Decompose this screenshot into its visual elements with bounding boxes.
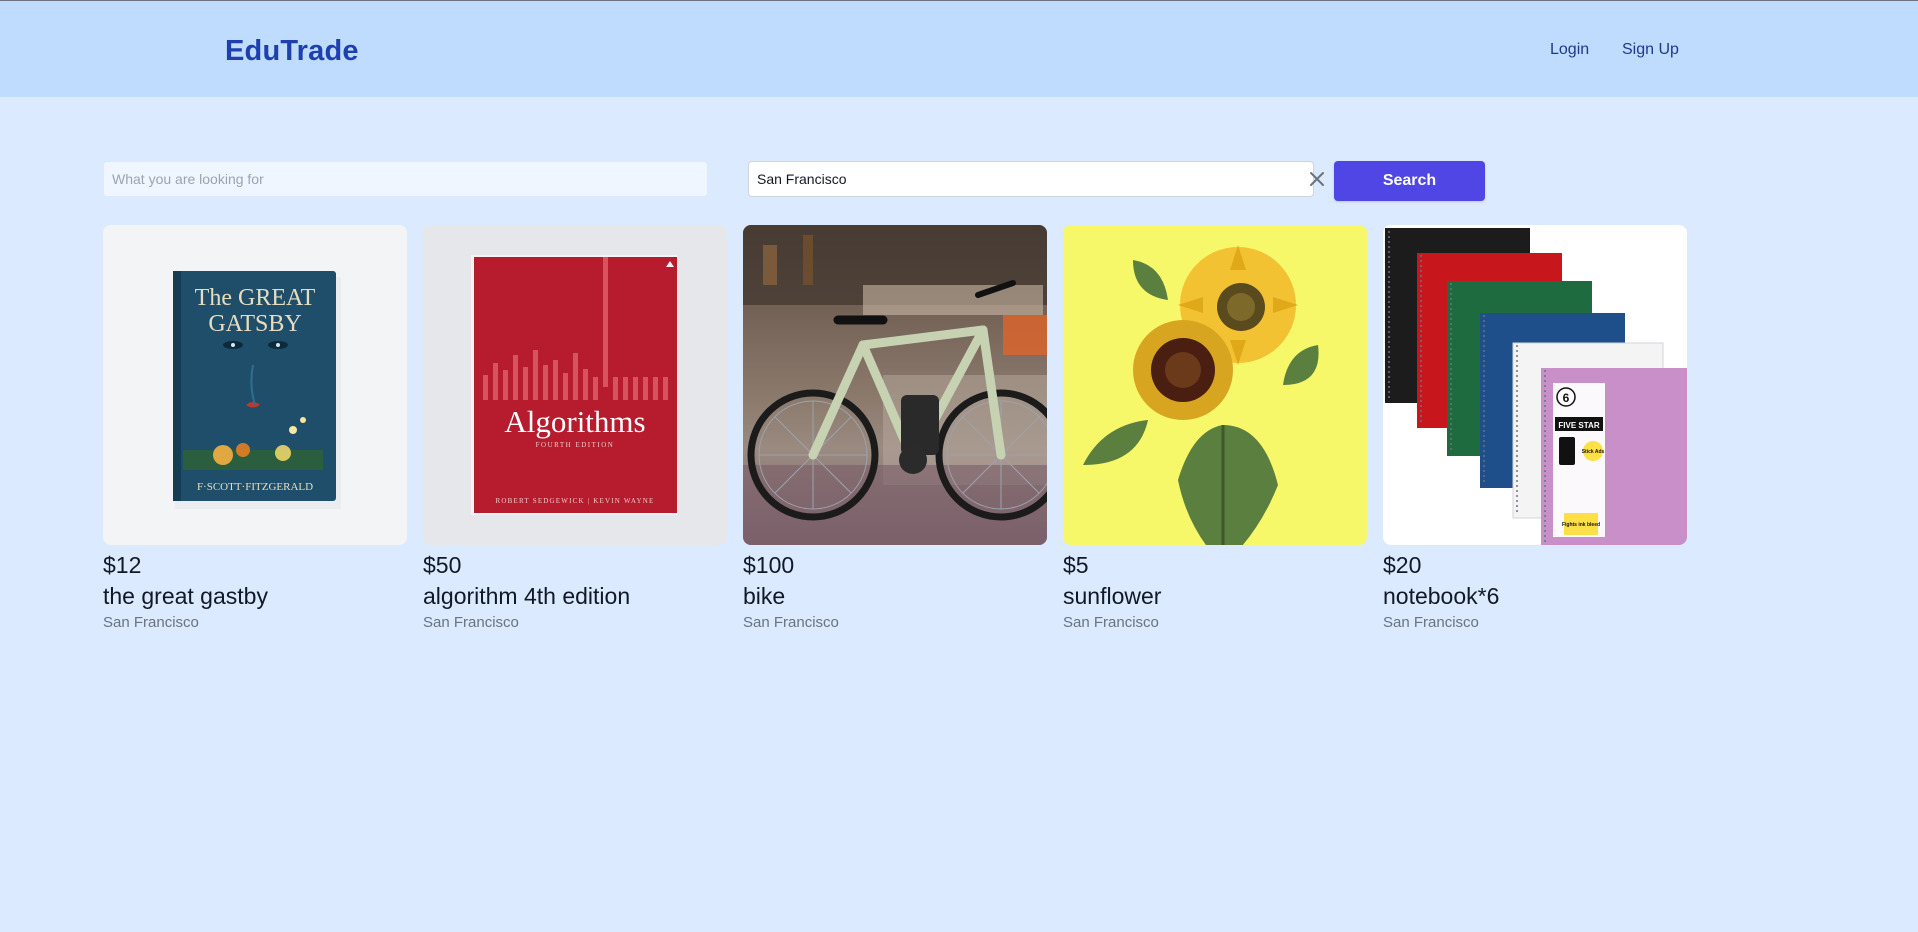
cover-title-1: The GREAT: [195, 285, 316, 311]
location-input[interactable]: [748, 161, 1314, 197]
listing-card[interactable]: $5 sunflower San Francisco: [1063, 225, 1367, 633]
app-logo[interactable]: EduTrade: [225, 35, 359, 68]
cover-authors: ROBERT SEDGEWICK | KEVIN WAYNE: [496, 497, 655, 505]
listing-price: $5: [1063, 552, 1089, 578]
cover-title: Algorithms: [504, 404, 645, 439]
cover-title-2: GATSBY: [208, 311, 301, 337]
listing-location: San Francisco: [743, 614, 839, 631]
listing-price: $100: [743, 552, 795, 578]
listing-title[interactable]: the great gastby: [103, 580, 407, 612]
listing-card[interactable]: $100 bike San Francisco: [743, 225, 1047, 633]
listing-location: San Francisco: [423, 614, 519, 631]
listing-location: San Francisco: [1063, 614, 1159, 631]
listing-price: $20: [1383, 552, 1422, 578]
notebook-brand-text: FIVE STAR: [1558, 421, 1599, 430]
listing-image-sunflower: [1063, 225, 1367, 545]
listing-image-notebooks: 6 FIVE STAR Stick Ads Fights ink bleed: [1383, 225, 1687, 545]
cover-edition: FOURTH EDITION: [536, 441, 615, 449]
cover-author: F·SCOTT·FITZGERALD: [197, 481, 313, 493]
top-header: EduTrade Login Sign Up: [0, 1, 1918, 97]
listing-card[interactable]: Algorithms FOURTH EDITION ROBERT SEDGEWI…: [423, 225, 727, 633]
notebook-callout-text: Fights ink bleed: [1562, 522, 1600, 528]
clear-location-button[interactable]: [1306, 165, 1328, 193]
listing-card[interactable]: The GREAT GATSBY F·SCOTT·FITZGERALD $12 …: [103, 225, 407, 633]
listing-location: San Francisco: [1383, 614, 1479, 631]
search-button[interactable]: Search: [1334, 161, 1485, 201]
listing-title[interactable]: notebook*6: [1383, 580, 1687, 612]
notebook-badge-text: 6: [1563, 391, 1570, 405]
listing-location: San Francisco: [103, 614, 199, 631]
listing-title[interactable]: bike: [743, 580, 1047, 612]
listing-card[interactable]: 6 FIVE STAR Stick Ads Fights ink bleed $…: [1383, 225, 1687, 633]
listing-price: $12: [103, 552, 142, 578]
listing-title[interactable]: algorithm 4th edition: [423, 580, 727, 612]
login-link[interactable]: Login: [1550, 41, 1589, 59]
notebook-feature-text: Stick Ads: [1582, 449, 1605, 455]
listing-image-bike: [743, 225, 1047, 545]
listing-price: $50: [423, 552, 462, 578]
search-query-input[interactable]: [103, 161, 708, 197]
listing-title[interactable]: sunflower: [1063, 580, 1367, 612]
signup-link[interactable]: Sign Up: [1622, 41, 1679, 59]
listing-image-book: The GREAT GATSBY F·SCOTT·FITZGERALD: [103, 225, 407, 545]
close-icon: [1310, 172, 1324, 186]
listing-image-book: Algorithms FOURTH EDITION ROBERT SEDGEWI…: [423, 225, 727, 545]
